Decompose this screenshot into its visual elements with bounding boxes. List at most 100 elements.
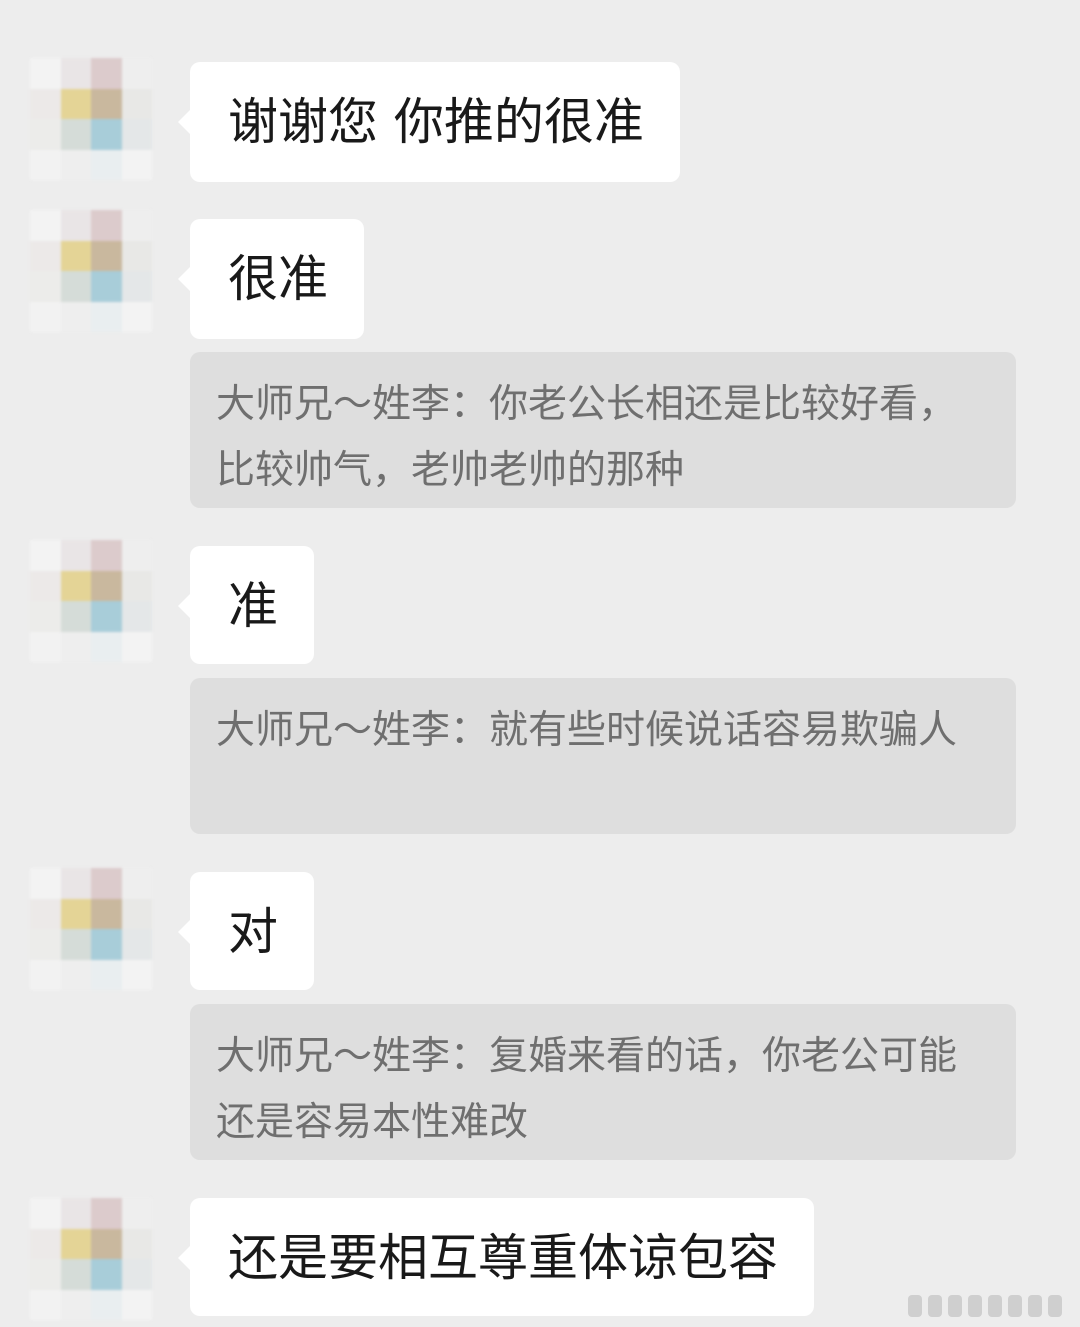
avatar-tile [91,240,122,271]
avatar-tile [30,959,61,990]
avatar-tile [60,1259,91,1290]
avatar-tile [30,1228,61,1259]
quoted-message-text: 大师兄～姓李：复婚来看的话，你老公可能还是容易本性难改 [216,1034,958,1145]
avatar-tile [91,301,122,332]
avatar-tile [121,631,152,662]
message-bubble[interactable]: 很准 [178,219,364,339]
avatar-tile [121,240,152,271]
avatar-tile [91,959,122,990]
avatar-tile [60,210,91,241]
avatar-tile [91,601,122,632]
avatar-tile [30,570,61,601]
contact-avatar[interactable] [30,540,152,662]
avatar-tile [121,959,152,990]
avatar-tile [91,58,122,89]
avatar-tile [30,210,61,241]
avatar-tile [60,1198,91,1229]
message-bubble[interactable]: 还是要相互尊重体谅包容 [178,1198,814,1316]
avatar-tile [91,570,122,601]
avatar-tile [60,1289,91,1320]
avatar-tile [121,929,152,960]
message-bubble[interactable]: 谢谢您 你推的很准 [178,62,680,182]
avatar-tile [30,271,61,302]
avatar-tile [60,88,91,119]
avatar-tile [30,301,61,332]
avatar-tile [91,1259,122,1290]
avatar-tile [30,1259,61,1290]
avatar-tile [91,1198,122,1229]
avatar-tile [60,149,91,180]
avatar-tile [60,540,91,571]
avatar-tile [91,1289,122,1320]
avatar-tile [60,271,91,302]
avatar-tile [91,1228,122,1259]
avatar-tile [91,149,122,180]
avatar-tile [30,601,61,632]
quoted-message-text: 大师兄～姓李：你老公长相还是比较好看，比较帅气，老帅老帅的那种 [216,382,958,493]
avatar-tile [60,631,91,662]
avatar-tile [60,898,91,929]
avatar-tile [60,868,91,899]
avatar-tile [121,271,152,302]
avatar-tile [121,1259,152,1290]
avatar-tile [30,898,61,929]
avatar-tile [30,868,61,899]
avatar-tile [30,929,61,960]
message-bubble[interactable]: 对 [178,872,314,990]
avatar-tile [121,540,152,571]
avatar-tile [30,631,61,662]
avatar-tile [60,240,91,271]
avatar-tile [91,898,122,929]
message-text: 很准 [228,250,328,308]
watermark-logo [908,1295,1062,1317]
message-bubble[interactable]: 准 [178,546,314,664]
avatar-tile [91,929,122,960]
avatar-tile [30,540,61,571]
avatar-tile [121,210,152,241]
quoted-message[interactable]: 大师兄～姓李：复婚来看的话，你老公可能还是容易本性难改 [190,1004,1016,1160]
avatar-tile [91,271,122,302]
contact-avatar[interactable] [30,868,152,990]
avatar-tile [121,301,152,332]
avatar-tile [30,240,61,271]
avatar-tile [60,301,91,332]
avatar-tile [30,149,61,180]
avatar-tile [121,601,152,632]
avatar-tile [121,570,152,601]
avatar-tile [121,88,152,119]
avatar-tile [60,570,91,601]
avatar-tile [91,88,122,119]
avatar-tile [30,58,61,89]
contact-avatar[interactable] [30,1198,152,1320]
message-text: 对 [228,903,278,961]
avatar-tile [60,959,91,990]
avatar-tile [60,1228,91,1259]
quoted-message[interactable]: 大师兄～姓李：就有些时候说话容易欺骗人 [190,678,1016,834]
avatar-tile [30,1289,61,1320]
avatar-tile [121,1228,152,1259]
avatar-tile [121,119,152,150]
message-text: 还是要相互尊重体谅包容 [228,1229,778,1287]
avatar-tile [91,119,122,150]
avatar-tile [60,601,91,632]
avatar-tile [91,631,122,662]
avatar-tile [60,929,91,960]
avatar-tile [30,119,61,150]
avatar-tile [60,119,91,150]
quoted-message-text: 大师兄～姓李：就有些时候说话容易欺骗人 [216,708,958,753]
avatar-tile [91,210,122,241]
avatar-tile [30,88,61,119]
message-text: 谢谢您 你推的很准 [228,93,644,151]
avatar-tile [121,1198,152,1229]
avatar-tile [60,58,91,89]
avatar-tile [121,149,152,180]
avatar-tile [121,898,152,929]
avatar-tile [30,1198,61,1229]
avatar-tile [121,58,152,89]
contact-avatar[interactable] [30,58,152,180]
avatar-tile [121,868,152,899]
quoted-message[interactable]: 大师兄～姓李：你老公长相还是比较好看，比较帅气，老帅老帅的那种 [190,352,1016,508]
avatar-tile [91,868,122,899]
contact-avatar[interactable] [30,210,152,332]
avatar-tile [121,1289,152,1320]
